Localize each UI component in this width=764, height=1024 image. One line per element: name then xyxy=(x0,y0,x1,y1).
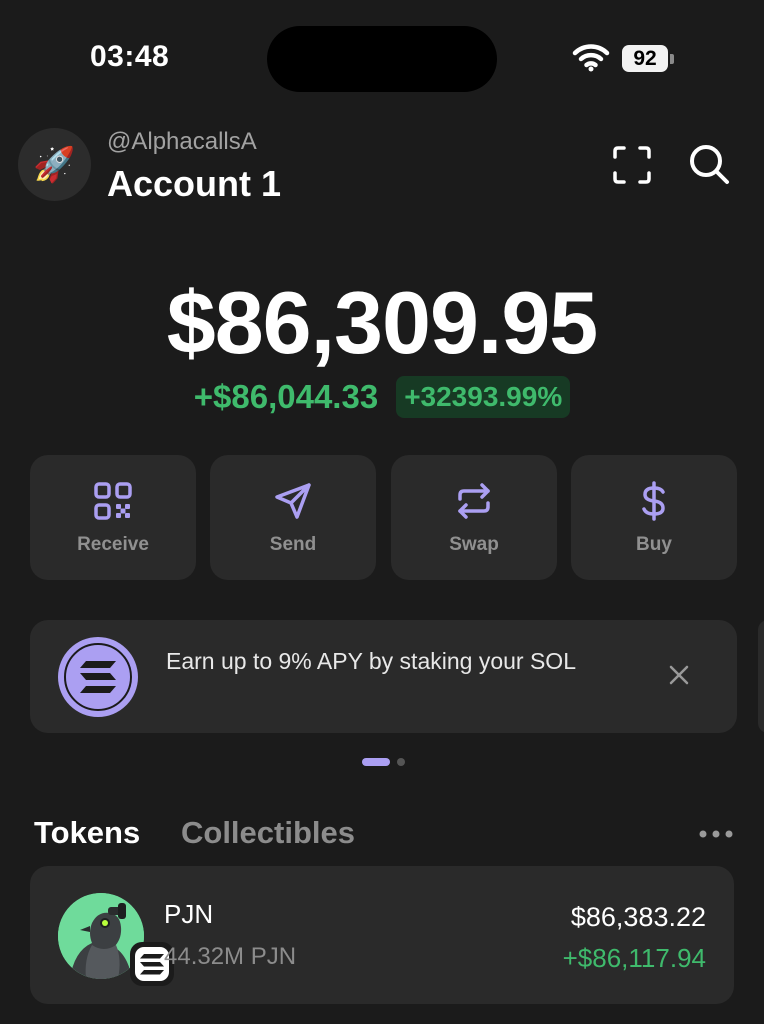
solana-icon xyxy=(140,954,164,975)
scan-icon[interactable] xyxy=(612,145,652,185)
send-icon xyxy=(275,483,311,519)
rocket-icon: 🚀 xyxy=(33,145,76,184)
change-amount: +$86,044.33 xyxy=(193,378,379,415)
qr-code-icon xyxy=(94,482,132,520)
next-banner-peek[interactable] xyxy=(758,620,764,733)
wifi-icon xyxy=(572,44,610,72)
status-time: 03:48 xyxy=(90,40,170,73)
balance-change: +$86,044.33 +32393.99% xyxy=(0,376,764,418)
receive-button[interactable]: Receive xyxy=(30,455,196,580)
token-row[interactable]: PJN 44.32M PJN $86,383.22 +$86,117.94 xyxy=(30,866,734,1004)
swap-button[interactable]: Swap xyxy=(391,455,557,580)
tab-collectibles[interactable]: Collectibles xyxy=(181,815,355,851)
token-change: +$86,117.94 xyxy=(562,943,706,973)
battery-tip xyxy=(670,54,674,64)
solana-icon xyxy=(58,637,138,717)
dollar-icon xyxy=(642,481,665,521)
buy-button[interactable]: Buy xyxy=(571,455,737,580)
account-handle[interactable]: @AlphacallsA xyxy=(107,128,257,156)
dynamic-island xyxy=(267,26,497,92)
status-bar: 03:48 92 xyxy=(0,0,764,120)
send-label: Send xyxy=(269,534,317,555)
send-button[interactable]: Send xyxy=(210,455,376,580)
token-value: $86,383.22 xyxy=(570,902,706,932)
battery-icon: 92 xyxy=(622,45,674,72)
token-name: PJN xyxy=(164,899,214,929)
carousel-dot-active xyxy=(362,758,390,766)
battery-level: 92 xyxy=(622,45,668,72)
staking-banner[interactable]: Earn up to 9% APY by staking your SOL xyxy=(30,620,737,733)
search-icon[interactable] xyxy=(688,143,730,185)
account-name[interactable]: Account 1 xyxy=(107,163,281,205)
account-avatar[interactable]: 🚀 xyxy=(18,128,91,201)
action-buttons: Receive Send Swap Buy xyxy=(30,455,737,580)
total-balance: $86,309.95 xyxy=(166,273,598,372)
swap-icon xyxy=(458,483,490,519)
carousel-dot[interactable] xyxy=(397,758,405,766)
token-amount: 44.32M PJN xyxy=(164,943,297,970)
staking-banner-text: Earn up to 9% APY by staking your SOL xyxy=(166,648,576,674)
change-percent-badge: +32393.99% xyxy=(396,376,571,418)
close-icon[interactable] xyxy=(668,664,690,686)
more-options-icon[interactable] xyxy=(698,829,734,839)
receive-label: Receive xyxy=(77,534,149,555)
swap-label: Swap xyxy=(449,534,499,555)
tab-tokens[interactable]: Tokens xyxy=(34,815,140,851)
buy-label: Buy xyxy=(636,534,672,555)
